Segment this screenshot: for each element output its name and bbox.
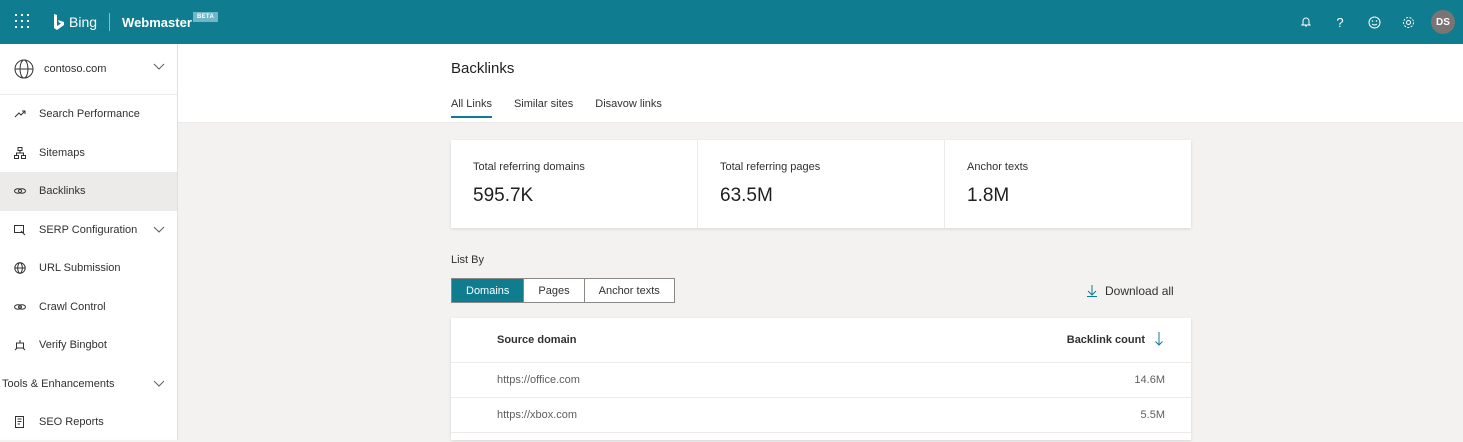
help-icon[interactable]: ? — [1331, 13, 1349, 31]
sidebar-item-label: Crawl Control — [39, 300, 106, 313]
list-by-anchor-texts-button[interactable]: Anchor texts — [585, 279, 674, 302]
sidebar-item-label: Backlinks — [39, 185, 86, 198]
stat-label: Total referring pages — [720, 161, 821, 173]
settings-icon[interactable] — [1399, 13, 1417, 31]
table-row[interactable]: https://office.com 14.6M — [451, 363, 1191, 398]
download-label: Download all — [1105, 284, 1174, 298]
sidebar-item-serp-configuration[interactable]: SERP Configuration — [0, 211, 177, 250]
backlinks-table: Source domain Backlink count https://off… — [451, 318, 1191, 440]
sidebar-item-crawl-control[interactable]: Crawl Control — [0, 288, 177, 327]
sidebar-item-label: Verify Bingbot — [39, 339, 107, 352]
product-name: Webmaster — [122, 14, 192, 30]
cell-source-domain: https://office.com — [497, 374, 580, 386]
stat-label: Anchor texts — [967, 161, 1029, 173]
stat-label: Total referring domains — [473, 161, 585, 173]
sort-down-icon[interactable] — [1155, 332, 1163, 346]
crawl-icon — [14, 304, 26, 310]
sidebar-item-backlinks[interactable]: Backlinks — [0, 172, 177, 211]
serp-icon — [14, 224, 26, 236]
bot-icon — [14, 340, 26, 351]
top-bar: Bing Webmaster BETA ? DS — [0, 0, 1463, 44]
brand-name: Bing — [69, 14, 98, 30]
sidebar-item-url-submission[interactable]: URL Submission — [0, 249, 177, 288]
sidebar-item-label: URL Submission — [39, 262, 121, 275]
tab-similar-sites[interactable]: Similar sites — [514, 98, 573, 118]
list-by-segmented-control: Domains Pages Anchor texts — [451, 278, 675, 303]
table-row[interactable]: https://xbox.com 5.5M — [451, 398, 1191, 433]
sidebar-item-label: SEO Reports — [39, 416, 104, 429]
tab-disavow-links[interactable]: Disavow links — [595, 98, 662, 118]
bell-icon[interactable] — [1297, 13, 1315, 31]
stat-referring-domains: Total referring domains 595.7K — [451, 140, 698, 228]
list-by-domains-button[interactable]: Domains — [452, 279, 525, 302]
table-header: Source domain Backlink count — [451, 318, 1191, 363]
brand-divider — [109, 13, 111, 31]
stat-anchor-texts: Anchor texts 1.8M — [945, 140, 1191, 228]
app-launcher-icon[interactable] — [15, 14, 31, 30]
cell-source-domain: https://xbox.com — [497, 409, 578, 421]
tab-all-links[interactable]: All Links — [451, 98, 492, 118]
download-icon — [1087, 285, 1097, 297]
bing-logo-icon — [54, 13, 64, 30]
page-header: Backlinks All Links Similar sites Disavo… — [178, 44, 1463, 123]
column-header-source-domain[interactable]: Source domain — [497, 334, 576, 346]
stat-value: 63.5M — [720, 185, 773, 206]
sidebar: contoso.com Search Performance Sitemaps … — [0, 44, 178, 440]
sidebar-item-verify-bingbot[interactable]: Verify Bingbot — [0, 326, 177, 365]
stat-value: 595.7K — [473, 185, 534, 206]
stat-referring-pages: Total referring pages 63.5M — [698, 140, 945, 228]
trend-icon — [14, 110, 26, 118]
avatar[interactable]: DS — [1431, 10, 1455, 34]
chevron-down-icon — [153, 226, 165, 233]
column-header-backlink-count[interactable]: Backlink count — [1067, 334, 1145, 346]
sitemap-icon — [14, 146, 26, 159]
sidebar-item-label: Tools & Enhancements — [2, 377, 115, 390]
brand[interactable]: Bing Webmaster — [53, 13, 192, 31]
link-icon — [14, 188, 26, 194]
globe-icon — [14, 262, 26, 274]
chevron-down-icon — [153, 63, 165, 70]
sidebar-item-sitemaps[interactable]: Sitemaps — [0, 134, 177, 173]
site-selector[interactable]: contoso.com — [0, 44, 177, 95]
download-all-button[interactable]: Download all — [1087, 284, 1174, 298]
smiley-icon[interactable] — [1365, 13, 1383, 31]
cell-backlink-count: 5.5M — [1140, 409, 1165, 421]
tab-bar: All Links Similar sites Disavow links — [451, 98, 684, 118]
sidebar-item-label: Search Performance — [39, 108, 140, 121]
list-by-pages-button[interactable]: Pages — [524, 279, 585, 302]
sidebar-item-label: SERP Configuration — [39, 223, 138, 236]
globe-icon — [14, 59, 34, 79]
cell-backlink-count: 14.6M — [1134, 374, 1165, 386]
report-icon — [15, 416, 24, 429]
site-name: contoso.com — [44, 63, 107, 75]
sidebar-item-search-performance[interactable]: Search Performance — [0, 95, 177, 134]
stats-card: Total referring domains 595.7K Total ref… — [451, 140, 1191, 228]
sidebar-item-label: Sitemaps — [39, 146, 85, 159]
beta-badge: BETA — [193, 12, 219, 22]
stat-value: 1.8M — [967, 185, 1010, 206]
chevron-down-icon — [153, 380, 165, 387]
sidebar-item-tools-enhancements[interactable]: Tools & Enhancements — [0, 365, 177, 404]
sidebar-item-seo-reports[interactable]: SEO Reports — [0, 403, 177, 442]
page-title: Backlinks — [451, 60, 515, 77]
list-by-label: List By — [451, 254, 485, 266]
